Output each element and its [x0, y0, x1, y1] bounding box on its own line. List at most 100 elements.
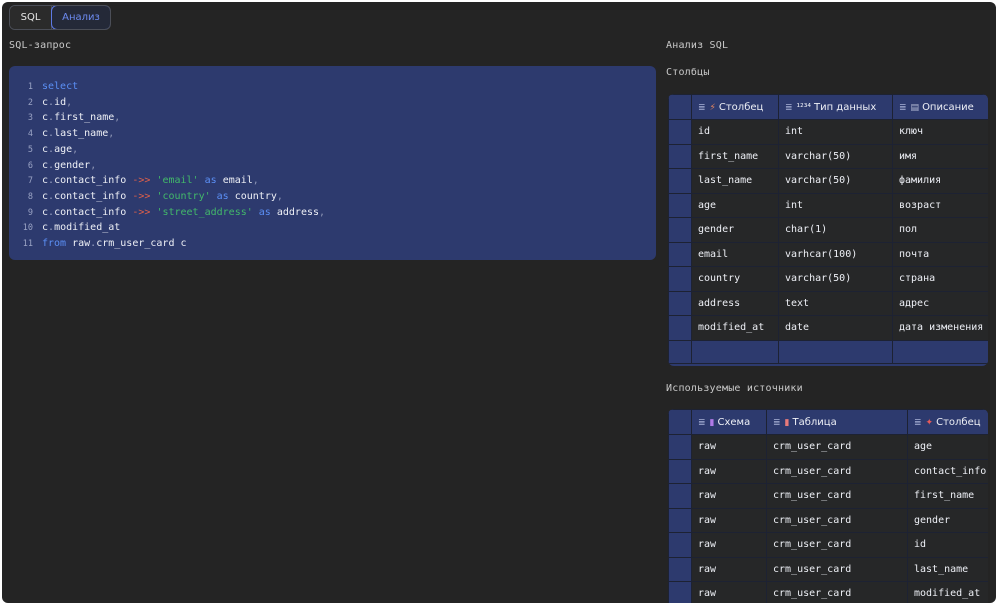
table-cell[interactable]: int [778, 192, 893, 218]
code-token: , [72, 143, 79, 155]
tab-sql[interactable]: SQL [10, 6, 52, 29]
row-number-cell[interactable] [668, 532, 692, 558]
sort-icon[interactable]: ≣ [785, 103, 793, 113]
table-row: modified_at date дата изменения [668, 315, 988, 341]
row-number-cell[interactable] [668, 507, 692, 533]
table-cell[interactable]: first_name [907, 483, 988, 509]
table-cell[interactable]: age [691, 192, 779, 218]
table-cell[interactable]: last_name [907, 556, 988, 582]
row-number-cell[interactable] [668, 143, 692, 169]
app-window: SQL Анализ SQL-запрос Анализ SQL Столбцы… [2, 2, 996, 603]
table-cell[interactable]: crm_user_card [766, 581, 908, 603]
row-number-cell[interactable] [668, 290, 692, 316]
table-cell[interactable]: raw [691, 483, 767, 509]
line-number: 9 [27, 207, 33, 218]
row-number-cell[interactable] [668, 168, 692, 194]
table-row: address text адрес [668, 290, 988, 316]
table-row: raw crm_user_card age [668, 434, 988, 460]
code-text: c.modified_at [42, 220, 120, 236]
row-number-cell[interactable] [668, 241, 692, 267]
sort-icon[interactable]: ≣ [698, 103, 706, 113]
table-cell[interactable]: modified_at [907, 581, 988, 603]
table-cell[interactable]: email [691, 241, 779, 267]
table-cell[interactable]: first_name [691, 143, 779, 169]
sources-header-2[interactable]: ≣ ▮ Таблица [766, 409, 908, 435]
table-cell[interactable]: age [907, 434, 988, 460]
row-number-cell[interactable] [668, 556, 692, 582]
row-number-header [668, 409, 692, 435]
row-number-cell[interactable] [668, 458, 692, 484]
sort-icon[interactable]: ≣ [914, 418, 922, 428]
document-icon: ▤ [910, 102, 920, 113]
table-cell[interactable]: дата изменения [892, 315, 988, 341]
row-number-cell[interactable] [668, 581, 692, 603]
sources-header-1[interactable]: ≣ ▮ Схема [691, 409, 767, 435]
sql-editor[interactable]: 1 select 2 c.id, 3 c.first_name, 4 c.last_name,… [9, 66, 656, 260]
table-cell[interactable]: crm_user_card [766, 556, 908, 582]
columns-header-2[interactable]: ≣ ¹²³⁴ Тип данных [778, 94, 893, 120]
table-cell[interactable]: address [691, 290, 779, 316]
table-cell[interactable]: почта [892, 241, 988, 267]
table-cell[interactable]: varhcar(100) [778, 241, 893, 267]
sources-header-3[interactable]: ≣ ✦ Столбец [907, 409, 988, 435]
table-cell[interactable]: пол [892, 217, 988, 243]
table-cell[interactable]: адрес [892, 290, 988, 316]
code-token: , [114, 112, 121, 124]
table-cell[interactable]: varchar(50) [778, 266, 893, 292]
table-cell[interactable]: crm_user_card [766, 507, 908, 533]
table-cell[interactable]: char(1) [778, 217, 893, 243]
table-cell[interactable]: ключ [892, 119, 988, 145]
table-cell[interactable]: фамилия [892, 168, 988, 194]
table-cell[interactable]: varchar(50) [778, 143, 893, 169]
row-number-cell[interactable] [668, 119, 692, 145]
table-cell[interactable]: id [907, 532, 988, 558]
sort-icon[interactable]: ≣ [899, 103, 907, 113]
table-cell[interactable]: crm_user_card [766, 483, 908, 509]
row-number-cell[interactable] [668, 315, 692, 341]
table-cell[interactable]: country [691, 266, 779, 292]
table-cell[interactable]: crm_user_card [766, 458, 908, 484]
table-cell[interactable]: text [778, 290, 893, 316]
empty-cell [668, 339, 692, 364]
row-number-cell[interactable] [668, 434, 692, 460]
columns-header-1[interactable]: ≣ ⚡ Столбец [691, 94, 779, 120]
table-cell[interactable]: modified_at [691, 315, 779, 341]
table-cell[interactable]: last_name [691, 168, 779, 194]
table-cell[interactable]: raw [691, 556, 767, 582]
table-cell[interactable]: int [778, 119, 893, 145]
table-cell[interactable]: страна [892, 266, 988, 292]
sql-analysis-title: Анализ SQL [666, 40, 729, 51]
columns-header-3[interactable]: ≣ ▤ Описание [892, 94, 988, 120]
code-token: gender [54, 159, 91, 171]
sort-icon[interactable]: ≣ [773, 418, 781, 428]
table-cell[interactable]: gender [907, 507, 988, 533]
empty-cell [778, 339, 893, 364]
table-cell[interactable]: date [778, 315, 893, 341]
row-number-cell[interactable] [668, 483, 692, 509]
table-cell[interactable]: raw [691, 507, 767, 533]
row-number-cell[interactable] [668, 266, 692, 292]
tab-analysis[interactable]: Анализ [51, 6, 110, 29]
row-number-cell[interactable] [668, 192, 692, 218]
table-cell[interactable]: crm_user_card [766, 532, 908, 558]
code-token: from [42, 238, 73, 249]
table-cell[interactable]: возраст [892, 192, 988, 218]
table-cell[interactable]: raw [691, 434, 767, 460]
table-cell[interactable]: raw [691, 581, 767, 603]
table-cell[interactable]: имя [892, 143, 988, 169]
table-cell[interactable]: varchar(50) [778, 168, 893, 194]
row-number-cell[interactable] [668, 217, 692, 243]
sort-icon[interactable]: ≣ [698, 418, 706, 428]
table-cell[interactable]: gender [691, 217, 779, 243]
table-cell[interactable]: crm_user_card [766, 434, 908, 460]
table-cell[interactable]: id [691, 119, 779, 145]
view-tabs: SQL Анализ [9, 5, 111, 30]
code-text: c.last_name, [42, 126, 114, 142]
table-cell[interactable]: raw [691, 532, 767, 558]
code-token: , [90, 159, 97, 171]
table-row: raw crm_user_card first_name [668, 483, 988, 509]
table-cell[interactable]: raw [691, 458, 767, 484]
code-token: age [54, 143, 73, 155]
table-cell[interactable]: contact_info [907, 458, 988, 484]
table-row: raw crm_user_card last_name [668, 556, 988, 582]
